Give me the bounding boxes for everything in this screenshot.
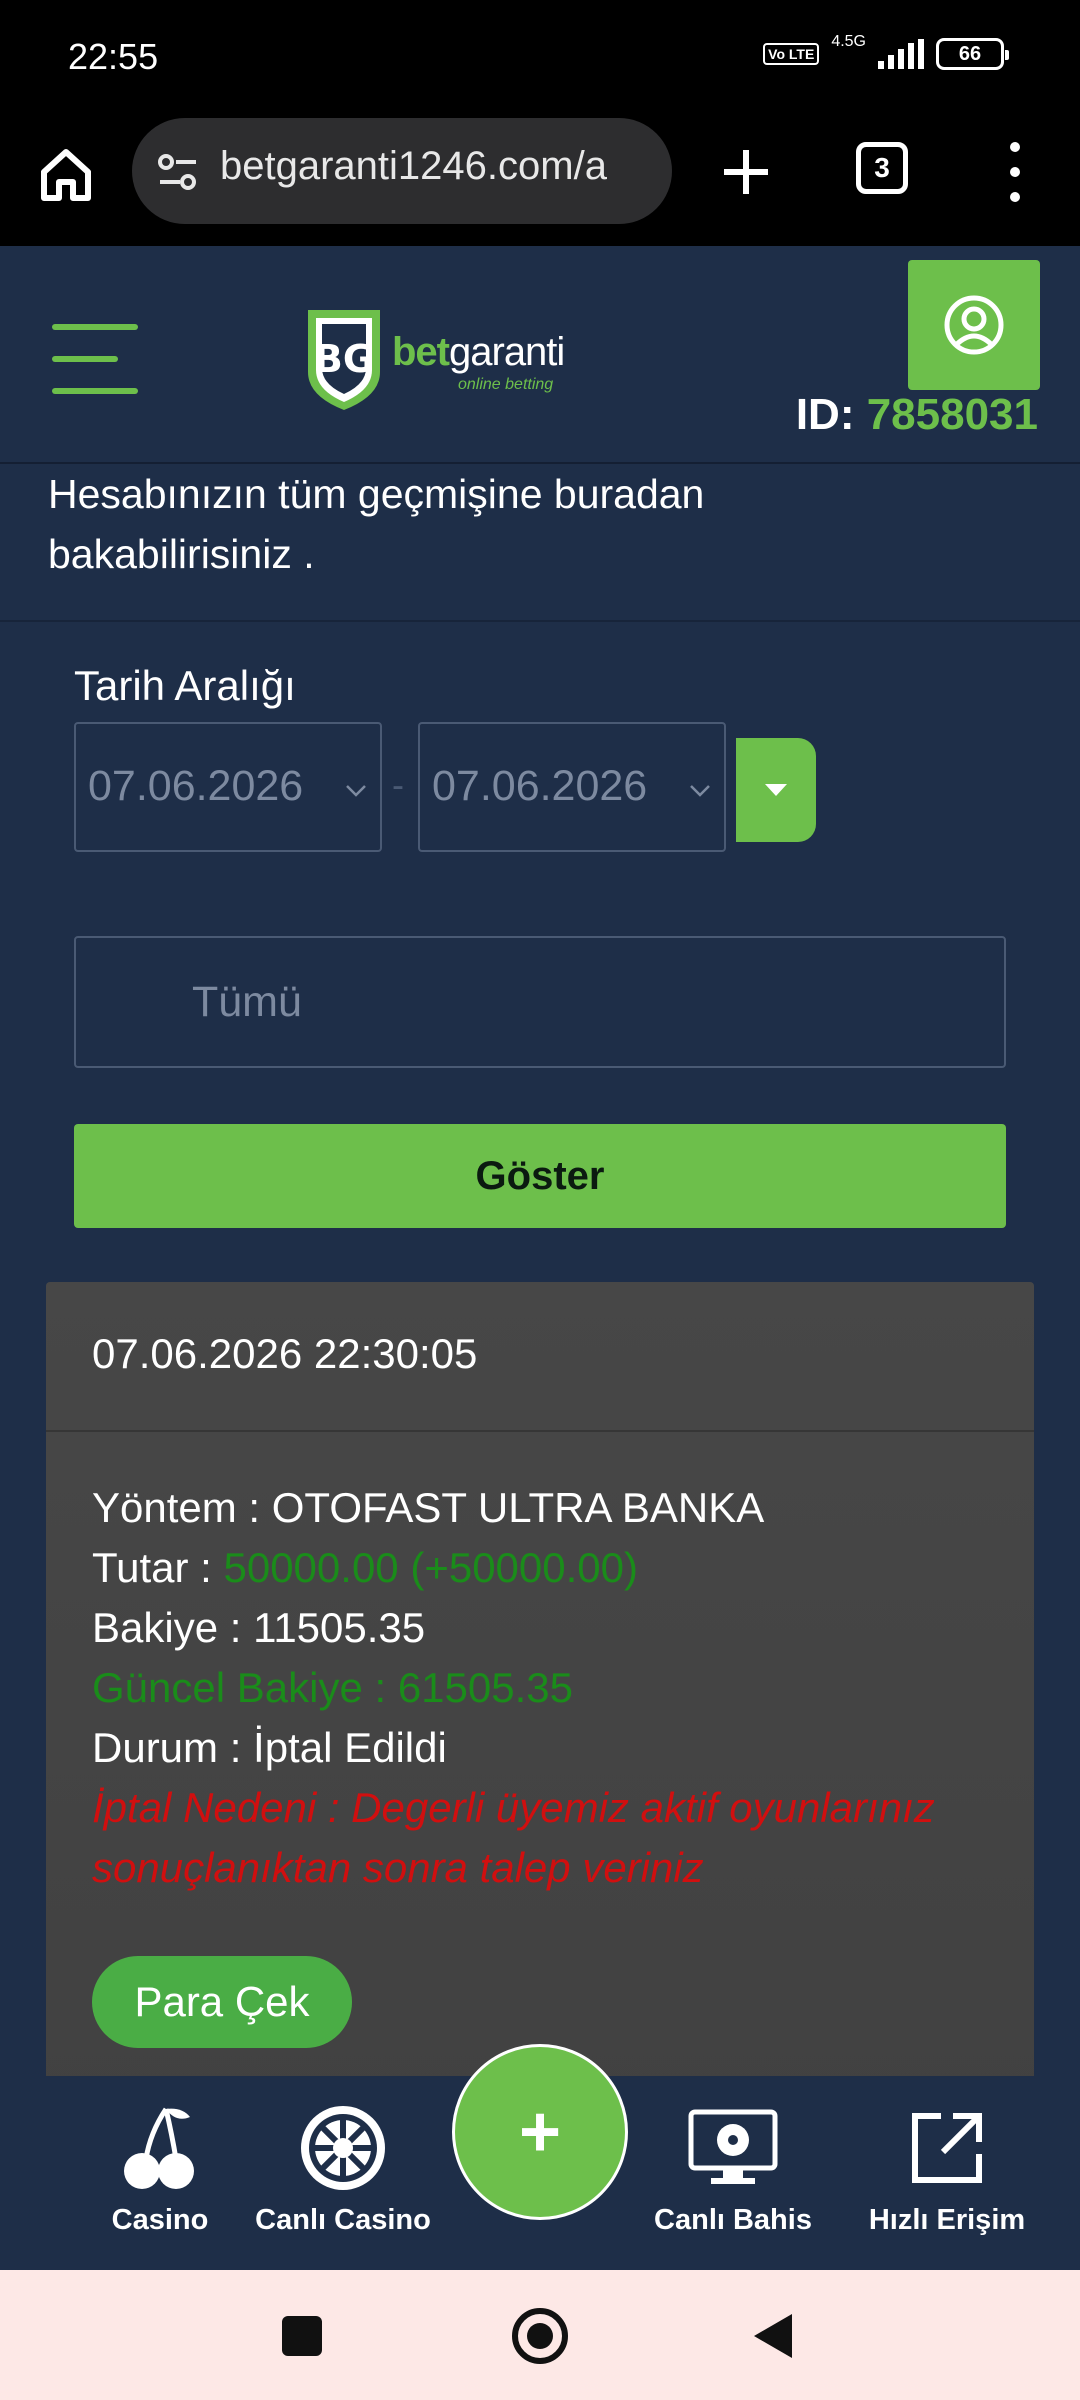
date-to-select[interactable]: 07.06.2026 xyxy=(418,722,726,852)
method-row: Yöntem : OTOFAST ULTRA BANKA xyxy=(92,1484,765,1531)
site-logo[interactable]: BG betgaranti online betting xyxy=(304,306,574,416)
date-separator: - xyxy=(392,764,404,805)
date-from-select[interactable]: 07.06.2026 xyxy=(74,722,382,852)
transaction-details: Yöntem : OTOFAST ULTRA BANKA Tutar : 500… xyxy=(92,1478,1012,1898)
logo-tagline: online betting xyxy=(458,376,554,393)
android-navigation-bar xyxy=(0,2270,1080,2400)
cancel-reason: İptal Nedeni : Degerli üyemiz aktif oyun… xyxy=(92,1784,935,1891)
logo-wordmark: betgaranti xyxy=(392,330,565,374)
caret-down-icon xyxy=(765,784,787,796)
tab-count: 3 xyxy=(874,152,890,183)
logo-shield-icon: BG xyxy=(308,310,380,410)
volte-icon: Vo LTE xyxy=(763,43,820,65)
nav-live-betting[interactable]: Canlı Bahis xyxy=(648,2076,818,2270)
status-bar: 22:55 Vo LTE 4.5G 66 xyxy=(0,0,1080,118)
intro-text: Hesabınızın tüm geçmişine buradan bakabi… xyxy=(48,471,705,577)
status-row: Durum : İptal Edildi xyxy=(92,1724,447,1771)
balance-row: Bakiye : 11505.35 xyxy=(92,1604,426,1651)
current-balance-row: Güncel Bakiye : 61505.35 xyxy=(92,1664,573,1711)
monitor-ball-icon xyxy=(688,2109,778,2184)
network-type: 4.5G xyxy=(831,33,866,50)
battery-level: 66 xyxy=(958,42,982,65)
url-text[interactable]: betgaranti1246.com/a xyxy=(220,144,652,189)
amount-row: Tutar : 50000.00 (+50000.00) xyxy=(92,1544,639,1591)
transaction-type-select[interactable]: Tümü xyxy=(74,936,1006,1068)
transaction-card-header: 07.06.2026 22:30:05 xyxy=(46,1282,1034,1432)
home-icon[interactable] xyxy=(36,144,96,204)
battery-icon: 66 xyxy=(936,38,1009,70)
status-time: 22:55 xyxy=(68,36,159,77)
user-icon xyxy=(944,295,1004,355)
nav-live-casino[interactable]: Canlı Casino xyxy=(248,2076,438,2270)
intro-section: Hesabınızın tüm geçmişine buradan bakabi… xyxy=(0,464,1080,622)
transaction-datetime: 07.06.2026 22:30:05 xyxy=(92,1330,478,1377)
nav-casino[interactable]: Casino xyxy=(100,2076,220,2270)
date-range-label: Tarih Aralığı xyxy=(74,662,296,709)
transaction-type-value: Tümü xyxy=(192,978,302,1026)
browser-toolbar: betgaranti1246.com/a 3 xyxy=(0,118,1080,246)
roulette-icon xyxy=(301,2106,385,2190)
cherry-icon xyxy=(124,2107,194,2189)
signal-icon xyxy=(878,39,924,69)
tabs-icon[interactable]: 3 xyxy=(856,142,908,194)
center-plus-button[interactable]: + xyxy=(452,2044,628,2220)
user-account-button[interactable] xyxy=(908,260,1040,390)
nav-label: Canlı Casino xyxy=(255,2204,431,2236)
new-tab-icon[interactable] xyxy=(718,144,774,200)
date-from-value: 07.06.2026 xyxy=(88,762,304,810)
chevron-down-icon xyxy=(690,785,710,797)
show-button[interactable]: Göster xyxy=(74,1124,1006,1228)
nav-quick-access[interactable]: Hızlı Erişim xyxy=(862,2076,1032,2270)
svg-text:BG: BG xyxy=(314,337,374,381)
address-bar[interactable]: betgaranti1246.com/a xyxy=(132,118,672,224)
browser-menu-icon[interactable] xyxy=(1000,142,1030,202)
back-icon[interactable] xyxy=(754,2314,792,2358)
recents-icon[interactable] xyxy=(282,2316,322,2356)
site-header: BG betgaranti online betting ID: 7858031 xyxy=(0,246,1080,464)
nav-label: Casino xyxy=(111,2204,209,2236)
hamburger-menu-icon[interactable] xyxy=(52,324,138,394)
user-id: ID: 7858031 xyxy=(795,390,1038,439)
home-button-icon[interactable] xyxy=(512,2308,568,2364)
date-to-value: 07.06.2026 xyxy=(432,762,648,810)
nav-label: Hızlı Erişim xyxy=(868,2204,1026,2236)
chevron-down-icon xyxy=(346,785,366,797)
date-range-dropdown-button[interactable] xyxy=(736,738,816,842)
nav-label: Canlı Bahis xyxy=(654,2204,812,2236)
withdraw-button[interactable]: Para Çek xyxy=(92,1956,352,2048)
external-link-icon xyxy=(912,2113,982,2183)
site-settings-icon[interactable] xyxy=(156,150,200,194)
status-icons: Vo LTE 4.5G 66 xyxy=(763,33,1009,70)
